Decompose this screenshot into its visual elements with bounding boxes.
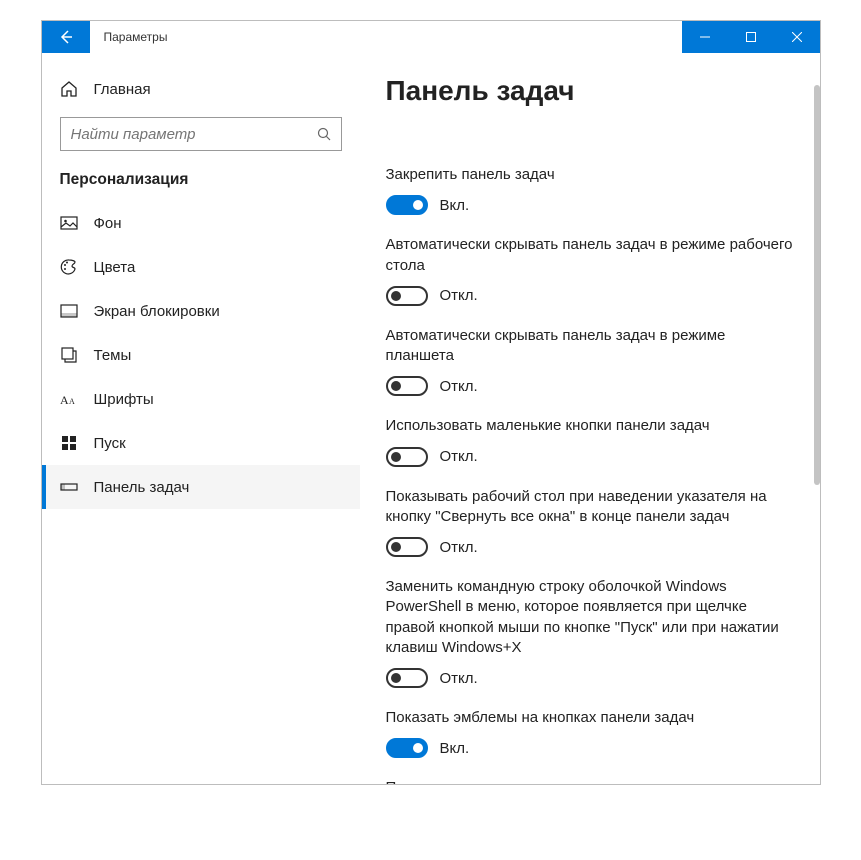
setting-block-5: Заменить командную строку оболочкой Wind… — [386, 577, 796, 688]
setting-label: Показать эмблемы на кнопках панели задач — [386, 708, 796, 728]
close-icon — [792, 32, 802, 42]
setting-block-2: Автоматически скрывать панель задач в ре… — [386, 326, 796, 397]
setting-block-0: Закрепить панель задач Вкл. — [386, 165, 796, 215]
setting-label: Положение панели задач на экране — [386, 778, 796, 784]
toggle-row: Откл. — [386, 668, 796, 688]
toggle-row: Вкл. — [386, 738, 796, 758]
close-button[interactable] — [774, 21, 820, 53]
sidebar: Главная Персонализация Фон Цвета Экран бло… — [42, 53, 360, 784]
nav-list: Фон Цвета Экран блокировки Темы AA Шрифты Пуск… — [42, 201, 360, 509]
maximize-button[interactable] — [728, 21, 774, 53]
toggle-row: Откл. — [386, 447, 796, 467]
search-box[interactable] — [60, 117, 342, 151]
window-body: Главная Персонализация Фон Цвета Экран бло… — [42, 53, 820, 784]
sidebar-item-2[interactable]: Экран блокировки — [42, 289, 360, 333]
setting-label: Автоматически скрывать панель задач в ре… — [386, 235, 796, 276]
sidebar-item-label: Шрифты — [94, 391, 154, 408]
sidebar-item-3[interactable]: Темы — [42, 333, 360, 377]
toggle-row: Откл. — [386, 376, 796, 396]
sidebar-item-label: Панель задач — [94, 479, 190, 496]
toggle-switch[interactable] — [386, 738, 428, 758]
setting-label: Закрепить панель задач — [386, 165, 796, 185]
setting-block-3: Использовать маленькие кнопки панели зад… — [386, 416, 796, 466]
taskbar-icon — [60, 478, 78, 496]
sidebar-item-4[interactable]: AA Шрифты — [42, 377, 360, 421]
search-wrap — [42, 117, 360, 165]
sidebar-item-label: Темы — [94, 347, 132, 364]
sidebar-item-label: Экран блокировки — [94, 303, 220, 320]
toggle-switch[interactable] — [386, 668, 428, 688]
minimize-button[interactable] — [682, 21, 728, 53]
scrollbar[interactable] — [814, 85, 820, 485]
svg-text:A: A — [69, 397, 75, 406]
toggle-switch[interactable] — [386, 447, 428, 467]
toggle-row: Вкл. — [386, 195, 796, 215]
toggle-state-label: Вкл. — [440, 197, 470, 214]
toggle-state-label: Вкл. — [440, 740, 470, 757]
fonts-icon: AA — [60, 390, 78, 408]
toggle-switch[interactable] — [386, 195, 428, 215]
setting-block-1: Автоматически скрывать панель задач в ре… — [386, 235, 796, 306]
search-input[interactable] — [71, 126, 317, 143]
setting-label: Показывать рабочий стол при наведении ук… — [386, 487, 796, 528]
setting-label: Заменить командную строку оболочкой Wind… — [386, 577, 796, 658]
sidebar-item-label: Цвета — [94, 259, 136, 276]
themes-icon — [60, 346, 78, 364]
toggle-state-label: Откл. — [440, 670, 478, 687]
maximize-icon — [746, 32, 756, 42]
window-title: Параметры — [90, 21, 682, 53]
toggle-state-label: Откл. — [440, 378, 478, 395]
category-label: Персонализация — [42, 165, 360, 201]
home-icon — [60, 80, 78, 98]
window-controls — [682, 21, 820, 53]
lockscreen-icon — [60, 302, 78, 320]
svg-text:A: A — [60, 393, 69, 407]
setting-label: Использовать маленькие кнопки панели зад… — [386, 416, 796, 436]
sidebar-item-label: Фон — [94, 215, 122, 232]
back-button[interactable] — [42, 21, 90, 53]
setting-block-7: Положение панели задач на экране — [386, 778, 796, 784]
sidebar-item-label: Пуск — [94, 435, 126, 452]
toggle-row: Откл. — [386, 537, 796, 557]
toggle-state-label: Откл. — [440, 448, 478, 465]
setting-block-4: Показывать рабочий стол при наведении ук… — [386, 487, 796, 558]
arrow-left-icon — [58, 29, 74, 45]
sidebar-item-label: Главная — [94, 81, 151, 98]
toggle-row: Откл. — [386, 286, 796, 306]
sidebar-item-1[interactable]: Цвета — [42, 245, 360, 289]
toggle-state-label: Откл. — [440, 287, 478, 304]
sidebar-item-5[interactable]: Пуск — [42, 421, 360, 465]
sidebar-item-6[interactable]: Панель задач — [42, 465, 360, 509]
minimize-icon — [700, 32, 710, 42]
toggle-switch[interactable] — [386, 376, 428, 396]
toggle-switch[interactable] — [386, 286, 428, 306]
settings-list: Закрепить панель задач Вкл. Автоматически … — [386, 165, 796, 784]
settings-window: Параметры Главная — [41, 20, 821, 785]
setting-label: Автоматически скрывать панель задач в ре… — [386, 326, 796, 367]
sidebar-item-home[interactable]: Главная — [42, 67, 360, 111]
page-title: Панель задач — [386, 75, 796, 107]
sidebar-item-0[interactable]: Фон — [42, 201, 360, 245]
titlebar: Параметры — [42, 21, 820, 53]
setting-block-6: Показать эмблемы на кнопках панели задач… — [386, 708, 796, 758]
picture-icon — [60, 214, 78, 232]
palette-icon — [60, 258, 78, 276]
content-panel: Панель задач Закрепить панель задач Вкл. А… — [360, 53, 820, 784]
toggle-switch[interactable] — [386, 537, 428, 557]
search-icon — [317, 127, 331, 141]
toggle-state-label: Откл. — [440, 539, 478, 556]
start-icon — [60, 434, 78, 452]
